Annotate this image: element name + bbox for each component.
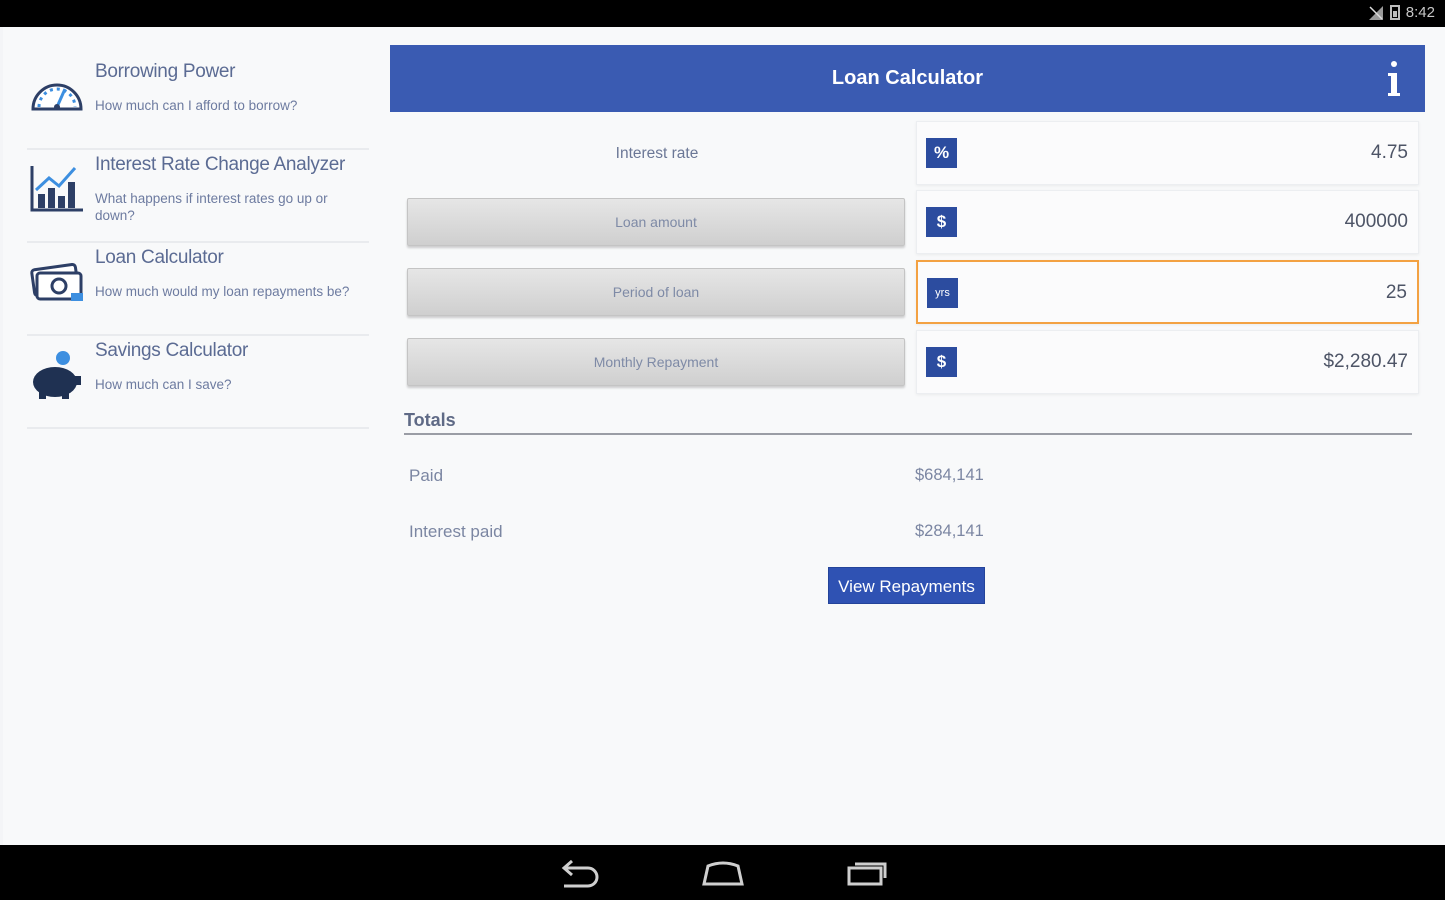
interest-paid-label: Interest paid [409, 522, 503, 541]
paid-value: $684,141 [915, 466, 984, 484]
loan-amount-field[interactable]: $ 400000 [916, 190, 1419, 254]
home-icon[interactable] [700, 858, 746, 888]
years-unit-badge: yrs [927, 278, 958, 308]
sidebar-item-subtitle: How much can I afford to borrow? [95, 98, 298, 113]
sidebar-item-subtitle: What happens if interest rates go up or … [95, 191, 328, 223]
page-title: Loan Calculator [831, 67, 984, 89]
status-icons: 8:42 [1368, 4, 1435, 21]
paid-label: Paid [409, 466, 444, 485]
interest-rate-label: Interest rate [615, 145, 699, 162]
dollar-unit-badge: $ [926, 207, 957, 237]
monthly-repayment-value: $2,280.47 [1323, 351, 1408, 372]
sidebar-item-title: Borrowing Power [95, 61, 236, 82]
interest-rate-value: 4.75 [1371, 142, 1408, 163]
calculator-header: Loan Calculator [390, 45, 1425, 112]
sidebar-item-interest-rate-change-analyzer[interactable]: Interest Rate Change Analyzer What happe… [27, 150, 369, 243]
monthly-repayment-field[interactable]: $ $2,280.47 [916, 330, 1419, 394]
recents-icon[interactable] [845, 858, 891, 888]
money-icon [30, 262, 83, 301]
sidebar-item-title: Interest Rate Change Analyzer [95, 154, 346, 175]
sidebar: Borrowing Power How much can I afford to… [27, 57, 369, 429]
period-of-loan-value: 25 [1385, 282, 1407, 303]
app-content: Borrowing Power How much can I afford to… [3, 27, 1445, 845]
navigation-bar [0, 845, 1445, 900]
speedometer-icon [31, 83, 83, 111]
status-bar: 8:42 [0, 0, 1445, 27]
totals-divider [404, 433, 1412, 435]
sidebar-item-title: Loan Calculator [95, 247, 224, 268]
sidebar-item-borrowing-power[interactable]: Borrowing Power How much can I afford to… [27, 57, 369, 150]
monthly-repayment-button[interactable]: Monthly Repayment [407, 338, 905, 386]
battery-icon [1389, 5, 1400, 20]
view-repayments-button[interactable]: View Repayments [828, 567, 985, 604]
loan-amount-button[interactable]: Loan amount [407, 198, 905, 246]
totals-heading: Totals [404, 410, 456, 430]
period-of-loan-field[interactable]: yrs 25 [916, 260, 1419, 324]
info-icon[interactable] [1383, 59, 1405, 99]
sidebar-item-title: Savings Calculator [95, 340, 249, 361]
sidebar-item-subtitle: How much would my loan repayments be? [95, 284, 350, 299]
interest-paid-value: $284,141 [915, 522, 984, 540]
interest-rate-field[interactable]: % 4.75 [916, 121, 1419, 185]
sidebar-item-subtitle: How much can I save? [95, 377, 232, 392]
loan-amount-value: 400000 [1344, 211, 1408, 232]
piggy-bank-icon [33, 351, 81, 399]
back-icon[interactable] [556, 858, 602, 888]
period-of-loan-button[interactable]: Period of loan [407, 268, 905, 316]
sidebar-item-savings-calculator[interactable]: Savings Calculator How much can I save? [27, 336, 369, 429]
percent-unit-badge: % [926, 138, 957, 168]
sidebar-item-loan-calculator[interactable]: Loan Calculator How much would my loan r… [27, 243, 369, 336]
bar-chart-icon [30, 166, 83, 212]
dollar-unit-badge: $ [926, 347, 957, 377]
signal-icon [1368, 5, 1383, 20]
status-time: 8:42 [1405, 4, 1435, 21]
